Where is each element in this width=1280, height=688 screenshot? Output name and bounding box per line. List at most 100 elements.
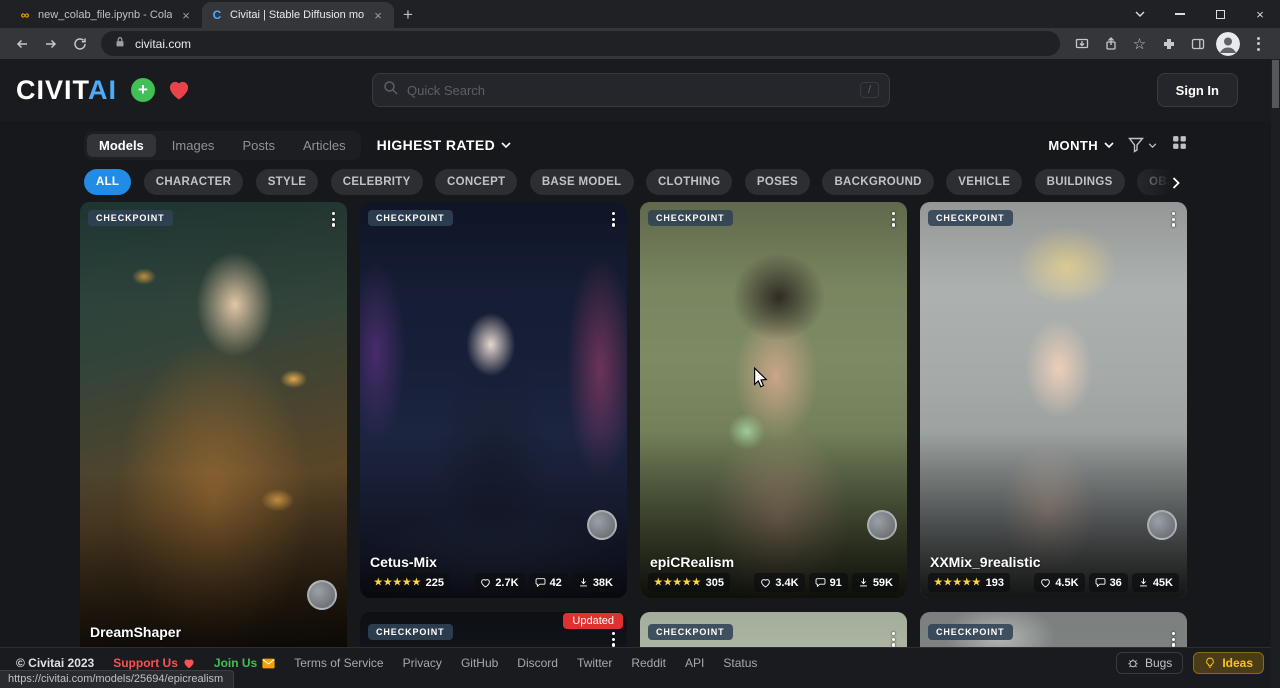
card-menu-icon[interactable]: [890, 210, 897, 229]
side-panel-icon[interactable]: [1184, 30, 1211, 57]
maximize-button[interactable]: [1200, 0, 1240, 28]
model-type-badge: CHECKPOINT: [88, 210, 173, 226]
model-type-badge: CHECKPOINT: [648, 210, 733, 226]
page-scrollbar[interactable]: [1271, 59, 1280, 688]
tab-images[interactable]: Images: [160, 134, 227, 157]
browser-window: ∞ new_colab_file.ipynb - Colaborat × C C…: [0, 0, 1280, 688]
chip-poses[interactable]: POSES: [745, 169, 810, 195]
profile-avatar[interactable]: [1216, 32, 1240, 56]
tab-models[interactable]: Models: [87, 134, 156, 157]
share-icon[interactable]: [1097, 30, 1124, 57]
search-input[interactable]: [407, 83, 852, 98]
scrollbar-thumb[interactable]: [1272, 60, 1279, 108]
period-dropdown[interactable]: MONTH: [1048, 138, 1114, 153]
card-menu-icon[interactable]: [610, 210, 617, 229]
chip-base-model[interactable]: BASE MODEL: [530, 169, 634, 195]
tab-articles[interactable]: Articles: [291, 134, 358, 157]
colab-favicon-icon: ∞: [18, 8, 32, 22]
downloads-count: 59K: [873, 577, 893, 589]
footer-link-terms[interactable]: Terms of Service: [294, 656, 383, 670]
chip-all[interactable]: ALL: [84, 169, 131, 195]
tab-posts[interactable]: Posts: [230, 134, 287, 157]
tab-close-icon[interactable]: ×: [370, 8, 386, 23]
category-chips: ALL CHARACTER STYLE CELEBRITY CONCEPT BA…: [84, 169, 1188, 197]
model-type-badge: CHECKPOINT: [928, 624, 1013, 640]
close-window-button[interactable]: ×: [1240, 0, 1280, 28]
layout-grid-icon[interactable]: [1171, 134, 1188, 156]
card-menu-icon[interactable]: [1170, 630, 1177, 649]
site-header: CIVITAI + / Sign In: [0, 59, 1280, 121]
footer-link-twitter[interactable]: Twitter: [577, 656, 612, 670]
forward-button[interactable]: [37, 30, 64, 57]
chip-buildings[interactable]: BUILDINGS: [1035, 169, 1125, 195]
chip-background[interactable]: BACKGROUND: [822, 169, 933, 195]
footer-link-github[interactable]: GitHub: [461, 656, 498, 670]
model-card-cetus-mix[interactable]: CHECKPOINT Cetus-Mix ★★★★★ 225 2.7K: [360, 202, 627, 598]
sign-in-button[interactable]: Sign In: [1157, 73, 1238, 107]
lock-icon: [113, 35, 127, 52]
new-tab-button[interactable]: +: [394, 2, 422, 28]
tab-colab[interactable]: ∞ new_colab_file.ipynb - Colaborat ×: [10, 2, 202, 28]
tab-close-icon[interactable]: ×: [178, 8, 194, 23]
likes-pill: 3.4K: [754, 573, 804, 592]
tab-search-chevron-icon[interactable]: [1120, 0, 1160, 28]
creator-avatar[interactable]: [1147, 510, 1177, 540]
card-menu-icon[interactable]: [1170, 210, 1177, 229]
creator-avatar[interactable]: [307, 580, 337, 610]
chip-clothing[interactable]: CLOTHING: [646, 169, 732, 195]
chevron-down-icon: [1148, 143, 1157, 148]
rating-count: 305: [706, 577, 724, 589]
reload-button[interactable]: [66, 30, 93, 57]
back-button[interactable]: [8, 30, 35, 57]
copyright-text: © Civitai 2023: [16, 656, 94, 670]
card-menu-icon[interactable]: [330, 210, 337, 229]
browser-menu-icon[interactable]: [1245, 30, 1272, 57]
ideas-button[interactable]: Ideas: [1193, 652, 1264, 674]
likes-count: 2.7K: [495, 577, 518, 589]
sort-dropdown[interactable]: HIGHEST RATED: [377, 137, 512, 153]
create-plus-button[interactable]: +: [131, 78, 155, 102]
chip-vehicle[interactable]: VEHICLE: [946, 169, 1022, 195]
browser-toolbar: civitai.com ☆: [0, 28, 1280, 59]
model-card-dreamshaper[interactable]: CHECKPOINT DreamShaper: [80, 202, 347, 668]
card-menu-icon[interactable]: [890, 630, 897, 649]
search-icon: [383, 80, 399, 101]
bugs-button[interactable]: Bugs: [1116, 652, 1183, 674]
model-type-badge: CHECKPOINT: [648, 624, 733, 640]
address-bar[interactable]: civitai.com: [101, 31, 1060, 56]
chip-character[interactable]: CHARACTER: [144, 169, 244, 195]
bug-icon: [1127, 657, 1139, 669]
minimize-button[interactable]: [1160, 0, 1200, 28]
chips-scroll-right-icon[interactable]: [1164, 171, 1188, 195]
tab-civitai[interactable]: C Civitai | Stable Diffusion models, ×: [202, 2, 394, 28]
footer-link-discord[interactable]: Discord: [517, 656, 558, 670]
footer-link-status[interactable]: Status: [723, 656, 757, 670]
model-name: Cetus-Mix: [370, 554, 437, 570]
search-bar[interactable]: /: [372, 73, 890, 107]
civitai-logo[interactable]: CIVITAI: [16, 75, 117, 106]
bookmark-star-icon[interactable]: ☆: [1126, 30, 1153, 57]
filter-funnel-icon[interactable]: [1128, 137, 1157, 153]
model-card-epicrealism[interactable]: CHECKPOINT epiCRealism ★★★★★ 305 3.4K: [640, 202, 907, 598]
support-heart-icon[interactable]: [167, 79, 191, 101]
footer-link-privacy[interactable]: Privacy: [403, 656, 442, 670]
star-rating-icons: ★★★★★: [654, 577, 702, 588]
extensions-puzzle-icon[interactable]: [1155, 30, 1182, 57]
creator-avatar[interactable]: [867, 510, 897, 540]
downloads-pill: 38K: [572, 573, 619, 592]
footer-link-join-us[interactable]: Join Us: [214, 656, 275, 670]
chip-concept[interactable]: CONCEPT: [435, 169, 517, 195]
footer-link-api[interactable]: API: [685, 656, 704, 670]
likes-pill: 2.7K: [474, 573, 524, 592]
card-menu-icon[interactable]: [610, 630, 617, 649]
heart-icon: [480, 578, 491, 588]
chip-style[interactable]: STYLE: [256, 169, 319, 195]
model-name: epiCRealism: [650, 554, 734, 570]
model-card-xxmix9realistic[interactable]: CHECKPOINT XXMix_9realistic ★★★★★ 193 4.…: [920, 202, 1187, 598]
install-app-icon[interactable]: [1068, 30, 1095, 57]
footer-link-support-us[interactable]: Support Us: [113, 656, 195, 670]
footer-link-reddit[interactable]: Reddit: [631, 656, 666, 670]
chip-celebrity[interactable]: CELEBRITY: [331, 169, 423, 195]
model-preview-image: [640, 202, 907, 598]
creator-avatar[interactable]: [587, 510, 617, 540]
